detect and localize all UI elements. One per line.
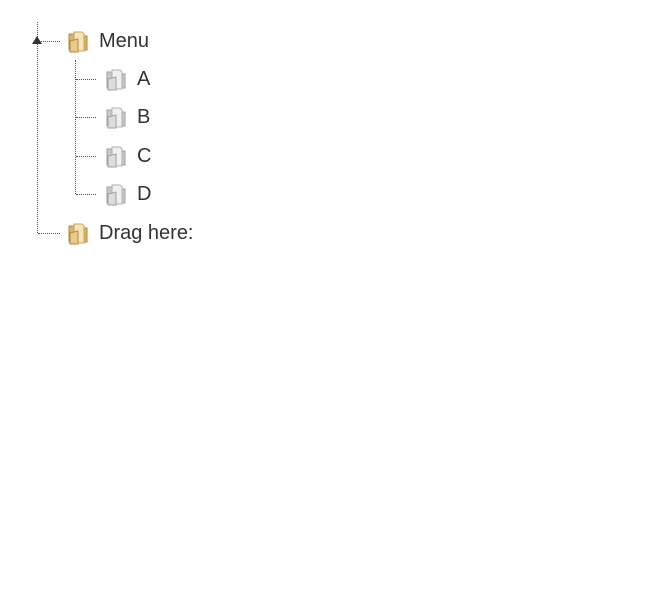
- child-c-connector: [76, 156, 96, 157]
- tree-node-b[interactable]: B: [104, 103, 150, 131]
- tree-node-menu[interactable]: Menu: [66, 27, 149, 55]
- folder-gray-icon: [106, 146, 126, 168]
- child-a-connector: [76, 79, 96, 80]
- folder-gray-icon: [106, 107, 126, 129]
- tree-node-label: B: [137, 106, 151, 128]
- tree-view: Menu A B C D Drag here:: [0, 0, 668, 593]
- collapse-toggle-icon[interactable]: [32, 36, 42, 44]
- tree-node-label: A: [137, 68, 151, 90]
- tree-root-connector: [37, 22, 38, 233]
- child-d-connector: [76, 194, 96, 195]
- tree-node-a[interactable]: A: [104, 65, 150, 93]
- folder-open-icon: [68, 31, 88, 53]
- tree-node-drag-here[interactable]: Drag here:: [66, 219, 194, 247]
- tree-node-label: Drag here:: [99, 222, 194, 244]
- tree-node-c[interactable]: C: [104, 142, 151, 170]
- tree-node-label: Menu: [99, 30, 150, 52]
- folder-gray-icon: [106, 69, 126, 91]
- tree-node-d[interactable]: D: [104, 180, 151, 208]
- tree-node-label: C: [137, 145, 152, 167]
- tree-node-label: D: [137, 183, 152, 205]
- folder-gray-icon: [106, 184, 126, 206]
- child-b-connector: [76, 117, 96, 118]
- menu-children-connector: [75, 60, 76, 194]
- folder-open-icon: [68, 223, 88, 245]
- drag-here-connector: [38, 233, 60, 234]
